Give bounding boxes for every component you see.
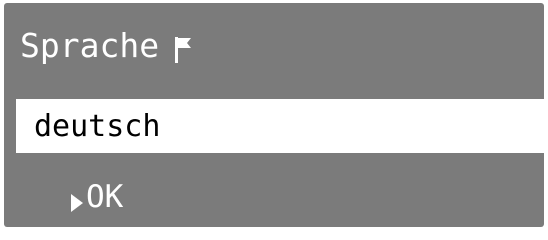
ok-label: OK — [86, 179, 124, 215]
language-menu-panel: Sprache deutsch OK — [4, 3, 544, 227]
display-screen: Sprache deutsch OK — [0, 0, 548, 229]
language-value: deutsch — [34, 108, 161, 144]
menu-title-row: Sprache — [20, 23, 195, 67]
flag-icon — [173, 34, 195, 64]
menu-title: Sprache — [20, 25, 160, 65]
ok-button[interactable]: OK — [70, 175, 123, 219]
language-value-field[interactable]: deutsch — [16, 99, 544, 153]
play-arrow-icon — [70, 186, 84, 212]
